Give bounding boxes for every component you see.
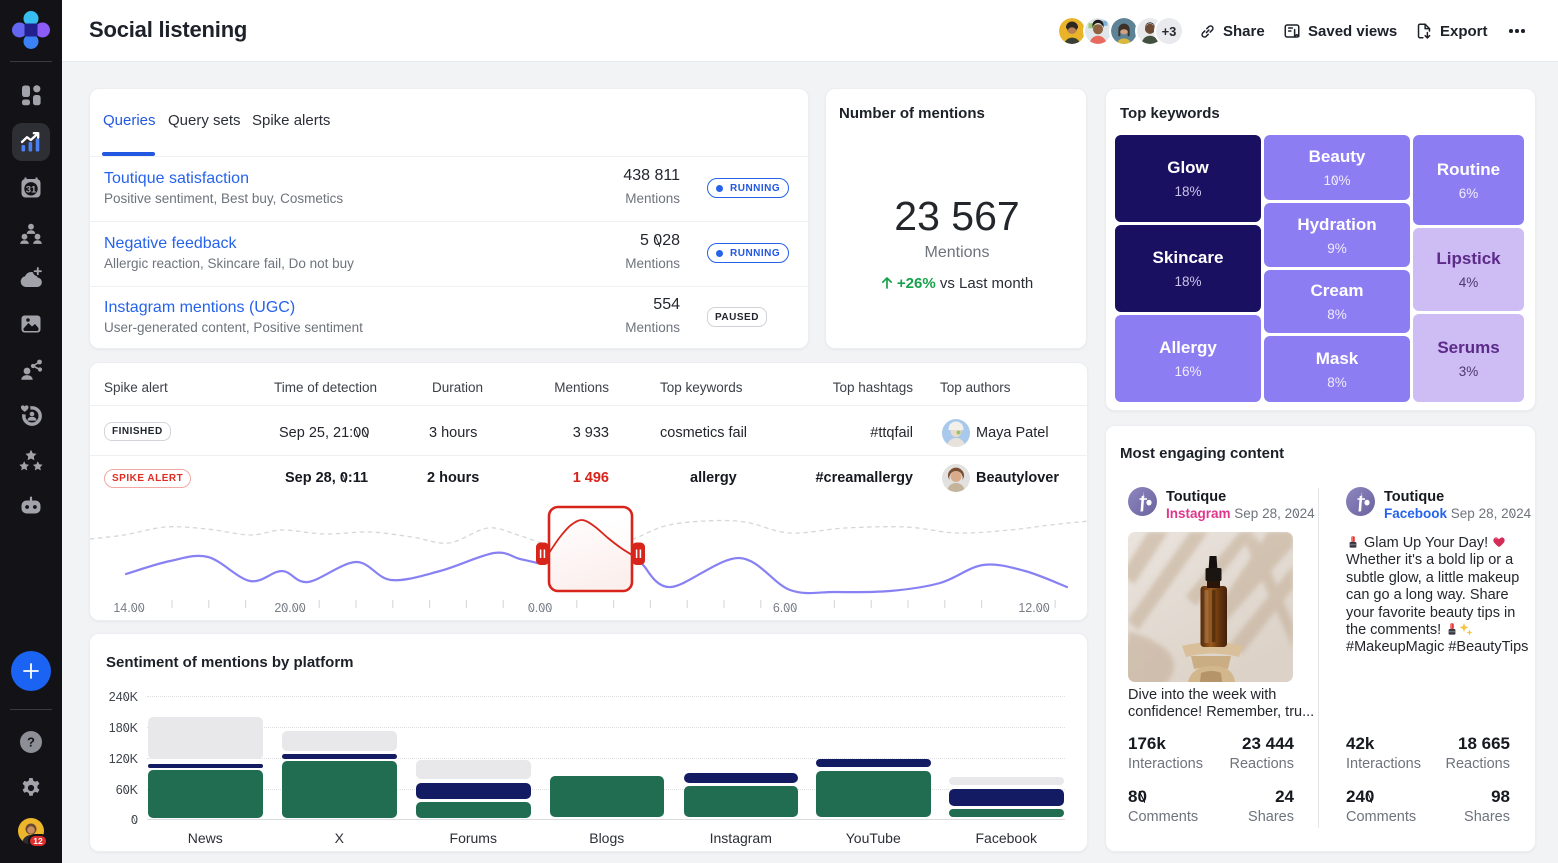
svg-text:?: ? [27, 735, 35, 750]
svg-text:31: 31 [26, 184, 37, 195]
